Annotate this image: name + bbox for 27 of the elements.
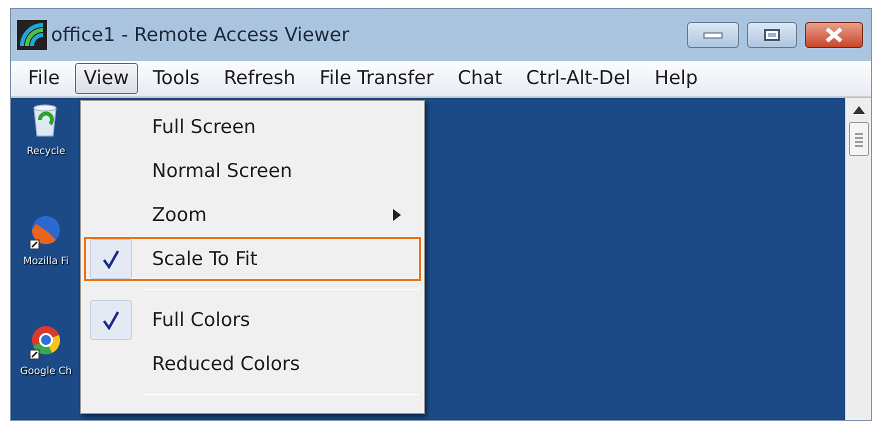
menu-item[interactable]: Refresh: [214, 63, 304, 94]
menu-option[interactable]: Reduced Colors: [84, 342, 421, 386]
menu-item[interactable]: Chat: [448, 63, 512, 94]
maximize-button[interactable]: [747, 22, 797, 48]
close-button[interactable]: [805, 22, 863, 48]
maximize-icon: [763, 28, 781, 42]
menu-option[interactable]: Full Screen: [84, 105, 421, 149]
menu-item[interactable]: Help: [646, 63, 707, 94]
desktop-icon-label[interactable]: Mozilla Fi: [23, 254, 69, 269]
desktop-icon-label[interactable]: Recycle: [26, 144, 66, 159]
minimize-icon: [703, 31, 723, 39]
menu-option[interactable]: Normal Screen: [84, 149, 421, 193]
menu-item[interactable]: File Transfer: [310, 63, 443, 94]
menu-item[interactable]: View: [74, 63, 138, 94]
desktop-icon-label[interactable]: Google Ch: [20, 364, 72, 379]
close-icon: [824, 27, 844, 43]
window-title: office1 - Remote Access Viewer: [51, 22, 350, 48]
scrollbar-thumb[interactable]: [848, 122, 868, 156]
menu-option[interactable]: Full Colors: [84, 298, 421, 342]
menu-option[interactable]: Scale To Fit: [84, 237, 421, 281]
menu-item[interactable]: Ctrl-Alt-Del: [517, 63, 640, 94]
menu-item[interactable]: File: [19, 63, 69, 94]
scroll-up-arrow-icon[interactable]: [852, 106, 864, 114]
menu-item[interactable]: Tools: [144, 63, 209, 94]
app-icon: [17, 20, 47, 50]
minimize-button[interactable]: [687, 22, 739, 48]
menu-option[interactable]: Zoom: [84, 193, 421, 237]
